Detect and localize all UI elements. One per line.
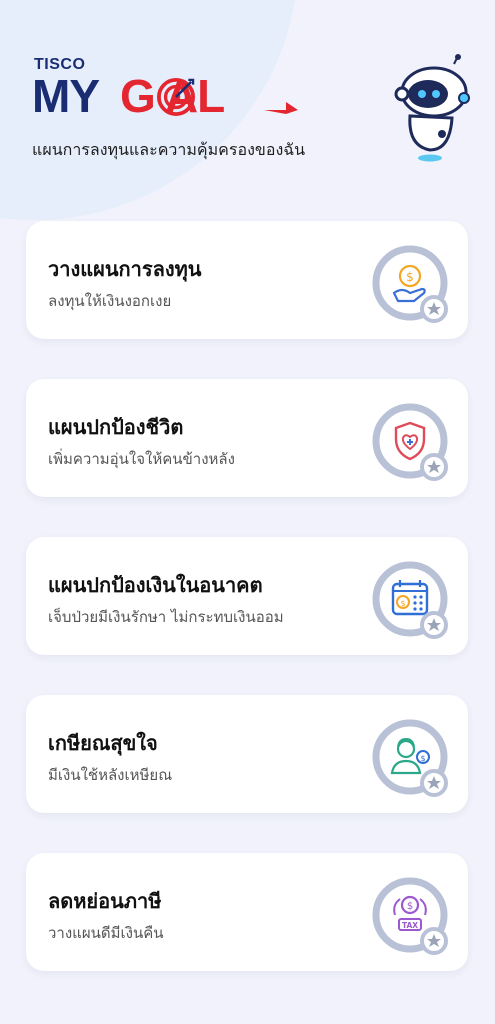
logo-my-text: MY bbox=[32, 70, 100, 122]
menu-card-tax-deduction[interactable]: ลดหย่อนภาษี วางแผนดีมีเงินคืน $ TAX bbox=[26, 853, 468, 971]
investment-icon: $ bbox=[372, 245, 448, 323]
card-title: แผนปกป้องชีวิต bbox=[48, 415, 184, 439]
card-subtitle: วางแผนดีมีเงินคืน bbox=[48, 924, 164, 942]
header: TISCO MY G AL แผนการลงทุนและความคุ้มครอง… bbox=[32, 56, 332, 166]
menu-card-investment-plan[interactable]: วางแผนการลงทุน ลงทุนให้เงินงอกเงย $ bbox=[26, 221, 468, 339]
tagline: แผนการลงทุนและความคุ้มครองของฉัน bbox=[32, 140, 306, 159]
svg-text:$: $ bbox=[420, 754, 425, 763]
arrow-icon bbox=[264, 102, 298, 114]
my-goal-logo: MY G AL bbox=[32, 70, 302, 122]
menu-card-life-protection[interactable]: แผนปกป้องชีวิต เพิ่มความอุ่นใจให้คนข้างห… bbox=[26, 379, 468, 497]
retiree-icon: $ bbox=[372, 719, 448, 797]
svg-text:$: $ bbox=[406, 270, 414, 284]
card-subtitle: มีเงินใช้หลังเหษียณ bbox=[48, 766, 173, 784]
robot-mascot-icon bbox=[394, 54, 470, 162]
svg-text:TAX: TAX bbox=[402, 921, 418, 930]
calendar-money-icon: $ bbox=[372, 561, 448, 639]
target-icon bbox=[157, 78, 195, 116]
menu-card-future-money-protection[interactable]: แผนปกป้องเงินในอนาคต เจ็บป่วยมีเงินรักษา… bbox=[26, 537, 468, 655]
svg-text:$: $ bbox=[407, 901, 413, 912]
card-title: วางแผนการลงทุน bbox=[48, 257, 202, 281]
page: TISCO MY G AL แผนการลงทุนและความคุ้มครอง… bbox=[0, 0, 495, 1024]
card-title: เกษียณสุขใจ bbox=[48, 731, 158, 755]
card-title: ลดหย่อนภาษี bbox=[48, 889, 162, 913]
shield-heart-icon bbox=[372, 403, 448, 481]
card-title: แผนปกป้องเงินในอนาคต bbox=[48, 573, 263, 597]
menu-card-retirement[interactable]: เกษียณสุขใจ มีเงินใช้หลังเหษียณ $ bbox=[26, 695, 468, 813]
svg-text:$: $ bbox=[400, 599, 405, 608]
card-subtitle: เจ็บป่วยมีเงินรักษา ไม่กระทบเงินออม bbox=[48, 608, 284, 626]
card-subtitle: เพิ่มความอุ่นใจให้คนข้างหลัง bbox=[48, 450, 235, 468]
card-subtitle: ลงทุนให้เงินงอกเงย bbox=[48, 292, 172, 310]
tax-icon: $ TAX bbox=[372, 877, 448, 955]
